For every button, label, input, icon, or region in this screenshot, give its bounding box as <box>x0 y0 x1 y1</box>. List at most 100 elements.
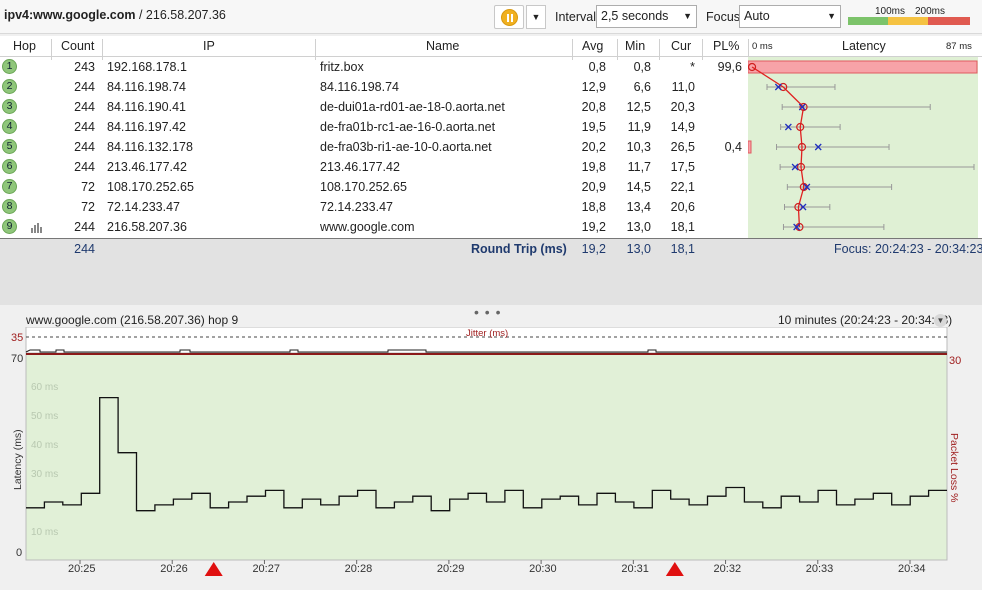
cell-ip: 84.116.198.74 <box>107 80 187 94</box>
col-ip[interactable]: IP <box>203 39 215 53</box>
latency-watermark: 50 ms <box>31 411 58 422</box>
col-min[interactable]: Min <box>625 39 645 53</box>
cell-name: de-fra03b-ri1-ae-10-0.aorta.net <box>320 140 492 154</box>
cell-count: 72 <box>81 200 95 214</box>
cell-pl: 0,4 <box>724 140 742 154</box>
x-tick-label: 20:34 <box>898 563 926 575</box>
col-name[interactable]: Name <box>426 39 459 53</box>
cell-min: 11,9 <box>627 120 651 134</box>
table-row[interactable]: 6 244 213.46.177.42 213.46.177.42 19,8 11,7 17… <box>0 157 748 177</box>
x-tick-label: 20:28 <box>345 563 373 575</box>
interval-label: Interval <box>555 10 596 24</box>
y-axis-top: 70 <box>11 353 23 365</box>
cell-min: 6,6 <box>633 80 651 94</box>
interval-value: 2,5 seconds <box>601 9 669 23</box>
col-latency[interactable]: Latency <box>842 39 886 53</box>
bar-chart-icon <box>30 222 42 233</box>
chevron-down-icon: ▼ <box>531 12 541 22</box>
col-avg[interactable]: Avg <box>582 39 603 53</box>
cell-count: 244 <box>74 160 95 174</box>
x-tick-label: 20:31 <box>621 563 649 575</box>
cell-avg: 20,2 <box>581 140 606 154</box>
pause-button[interactable] <box>494 5 524 29</box>
latency-graph <box>747 57 978 238</box>
table-row[interactable]: 2 244 84.116.198.74 84.116.198.74 12,9 6,6 11,… <box>0 77 748 97</box>
cell-avg: 18,8 <box>581 200 606 214</box>
latency-min-label: 0 ms <box>752 41 773 52</box>
cell-ip: 213.46.177.42 <box>107 160 187 174</box>
hop-badge: 3 <box>2 99 17 114</box>
cell-min: 13,4 <box>626 200 651 214</box>
focus-value: Auto <box>744 9 770 23</box>
chevron-down-icon: ▼ <box>827 11 836 21</box>
cell-min: 11,7 <box>627 160 651 174</box>
packet-loss-marker[interactable] <box>204 562 223 576</box>
summary-row: 244 Round Trip (ms) 19,2 13,0 18,1 Focus… <box>0 238 982 305</box>
cell-cur: 14,9 <box>670 120 695 134</box>
cell-count: 244 <box>74 140 95 154</box>
hop-badge: 4 <box>2 119 17 134</box>
latency-max-label: 87 ms <box>946 41 972 52</box>
summary-avg: 19,2 <box>581 242 606 256</box>
cell-count: 244 <box>74 100 95 114</box>
jitter-label: Jitter (ms) <box>466 328 508 339</box>
interval-select[interactable]: 2,5 seconds ▼ <box>596 5 697 28</box>
target-ip: / 216.58.207.36 <box>138 8 226 22</box>
cell-name: de-dui01a-rd01-ae-18-0.aorta.net <box>320 100 505 114</box>
legend-yellow <box>888 17 928 25</box>
cell-name: 84.116.198.74 <box>320 80 400 94</box>
target-field[interactable]: ipv4:www.google.com / 216.58.207.36 <box>4 8 226 22</box>
cell-min: 12,5 <box>626 100 651 114</box>
cell-count: 72 <box>81 180 95 194</box>
table-row[interactable]: 1 243 192.168.178.1 fritz.box 0,8 0,8 * 99,6 <box>0 57 748 77</box>
latency-color-legend: 100ms 200ms <box>848 5 970 27</box>
packet-loss-marker[interactable] <box>665 562 684 576</box>
table-row[interactable]: 4 244 84.116.197.42 de-fra01b-rc1-ae-16-0.a… <box>0 117 748 137</box>
x-tick-label: 20:26 <box>160 563 188 575</box>
hop-badge: 1 <box>2 59 17 74</box>
pause-icon <box>501 9 518 26</box>
chart-range[interactable]: 10 minutes (20:24:23 - 20:34:23) <box>778 313 952 327</box>
panel-splitter-handle[interactable]: • • • <box>474 304 501 320</box>
table-row[interactable]: 8 72 72.14.233.47 72.14.233.47 18,8 13,4 20,6 <box>0 197 748 217</box>
x-tick-label: 20:25 <box>68 563 96 575</box>
focus-select[interactable]: Auto ▼ <box>739 5 841 28</box>
y-axis-bottom: 0 <box>16 547 22 559</box>
legend-red <box>928 17 970 25</box>
cell-count: 243 <box>74 60 95 74</box>
cell-ip: 108.170.252.65 <box>107 180 194 194</box>
legend-100ms: 100ms <box>875 6 906 17</box>
cell-ip: 84.116.197.42 <box>107 120 187 134</box>
cell-ip: 216.58.207.36 <box>107 220 187 234</box>
pause-dropdown-button[interactable]: ▼ <box>526 5 546 29</box>
col-count[interactable]: Count <box>61 39 94 53</box>
col-pl[interactable]: PL% <box>713 39 739 53</box>
col-cur[interactable]: Cur <box>671 39 691 53</box>
cell-cur: 17,5 <box>670 160 695 174</box>
cell-avg: 0,8 <box>588 60 606 74</box>
table-row[interactable]: 9 244 216.58.207.36 www.google.com 19,2 13,0 1… <box>0 217 748 237</box>
chevron-down-icon[interactable]: ▼ <box>934 314 947 327</box>
chart-title: www.google.com (216.58.207.36) hop 9 <box>26 313 239 327</box>
summary-label: Round Trip (ms) <box>471 242 567 256</box>
table-row[interactable]: 7 72 108.170.252.65 108.170.252.65 20,9 14,5 2… <box>0 177 748 197</box>
col-hop[interactable]: Hop <box>13 39 36 53</box>
cell-name: 72.14.233.47 <box>320 200 393 214</box>
summary-min: 13,0 <box>626 242 651 256</box>
table-row[interactable]: 5 244 84.116.132.178 de-fra03b-ri1-ae-10-0.… <box>0 137 748 157</box>
x-tick-label: 20:32 <box>714 563 742 575</box>
cell-avg: 20,8 <box>581 100 606 114</box>
cell-cur: 26,5 <box>670 140 695 154</box>
cell-min: 13,0 <box>626 220 651 234</box>
latency-graph-svg <box>747 60 978 232</box>
cell-cur: * <box>690 60 695 74</box>
cell-ip: 72.14.233.47 <box>107 200 180 214</box>
cell-min: 0,8 <box>633 60 651 74</box>
table-row[interactable]: 3 244 84.116.190.41 de-dui01a-rd01-ae-18-0.… <box>0 97 748 117</box>
x-tick-label: 20:29 <box>437 563 465 575</box>
hop-badge: 8 <box>2 199 17 214</box>
cell-name: de-fra01b-rc1-ae-16-0.aorta.net <box>320 120 496 134</box>
packet-loss-bar <box>747 60 978 74</box>
summary-focus: Focus: 20:24:23 - 20:34:23 <box>834 242 982 256</box>
hop-badge: 7 <box>2 179 17 194</box>
